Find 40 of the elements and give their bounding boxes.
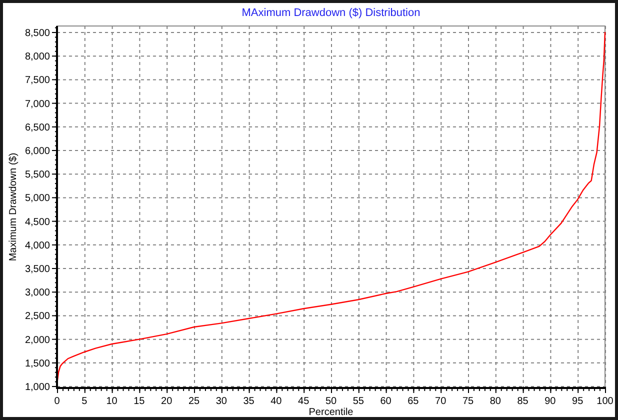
x-tick-label: 60 [380,396,392,407]
y-tick-label: 7,500 [24,75,50,86]
y-tick-label: 6,000 [24,146,50,157]
x-tick-label: 90 [544,396,556,407]
x-tick-label: 70 [435,396,446,407]
x-tick-label: 65 [408,396,419,407]
x-tick-label: 0 [54,396,60,407]
x-tick-label: 30 [216,396,227,407]
y-tick-label: 3,000 [24,288,50,299]
x-tick-label: 35 [243,396,254,407]
x-tick-label: 95 [572,396,584,407]
x-axis-title: Percentile [308,407,354,417]
y-tick-label: 5,000 [24,193,50,204]
x-tick-label: 25 [188,396,200,407]
x-tick-label: 75 [462,396,474,407]
y-tick-label: 8,500 [24,28,50,39]
x-tick-label: 50 [325,396,337,407]
x-tick-label: 15 [134,396,145,407]
y-tick-label: 3,500 [24,264,50,275]
x-tick-label: 20 [161,396,172,407]
x-tick-label: 40 [270,396,282,407]
x-tick-label: 55 [352,396,364,407]
y-tick-label: 7,000 [24,98,50,110]
y-tick-label: 1,500 [24,358,50,370]
y-tick-label: 4,000 [24,240,50,252]
x-tick-label: 85 [517,396,528,407]
y-tick-label: 6,500 [24,122,50,134]
y-axis-title: Maximum Drawdown ($) [8,152,19,262]
y-tick-label: 2,000 [24,334,50,346]
y-tick-label: 2,500 [24,311,50,322]
y-tick-label: 8,000 [24,52,50,63]
x-tick-label: 5 [82,396,88,407]
y-tick-label: 1,000 [24,382,50,394]
x-tick-label: 100 [596,396,614,407]
x-tick-label: 80 [490,396,501,407]
x-tick-label: 45 [298,396,310,407]
x-tick-label: 10 [106,396,118,407]
chart-title: MAximum Drawdown ($) Distribution [242,7,420,19]
y-tick-label: 4,500 [24,216,50,228]
y-tick-label: 5,500 [24,170,50,181]
